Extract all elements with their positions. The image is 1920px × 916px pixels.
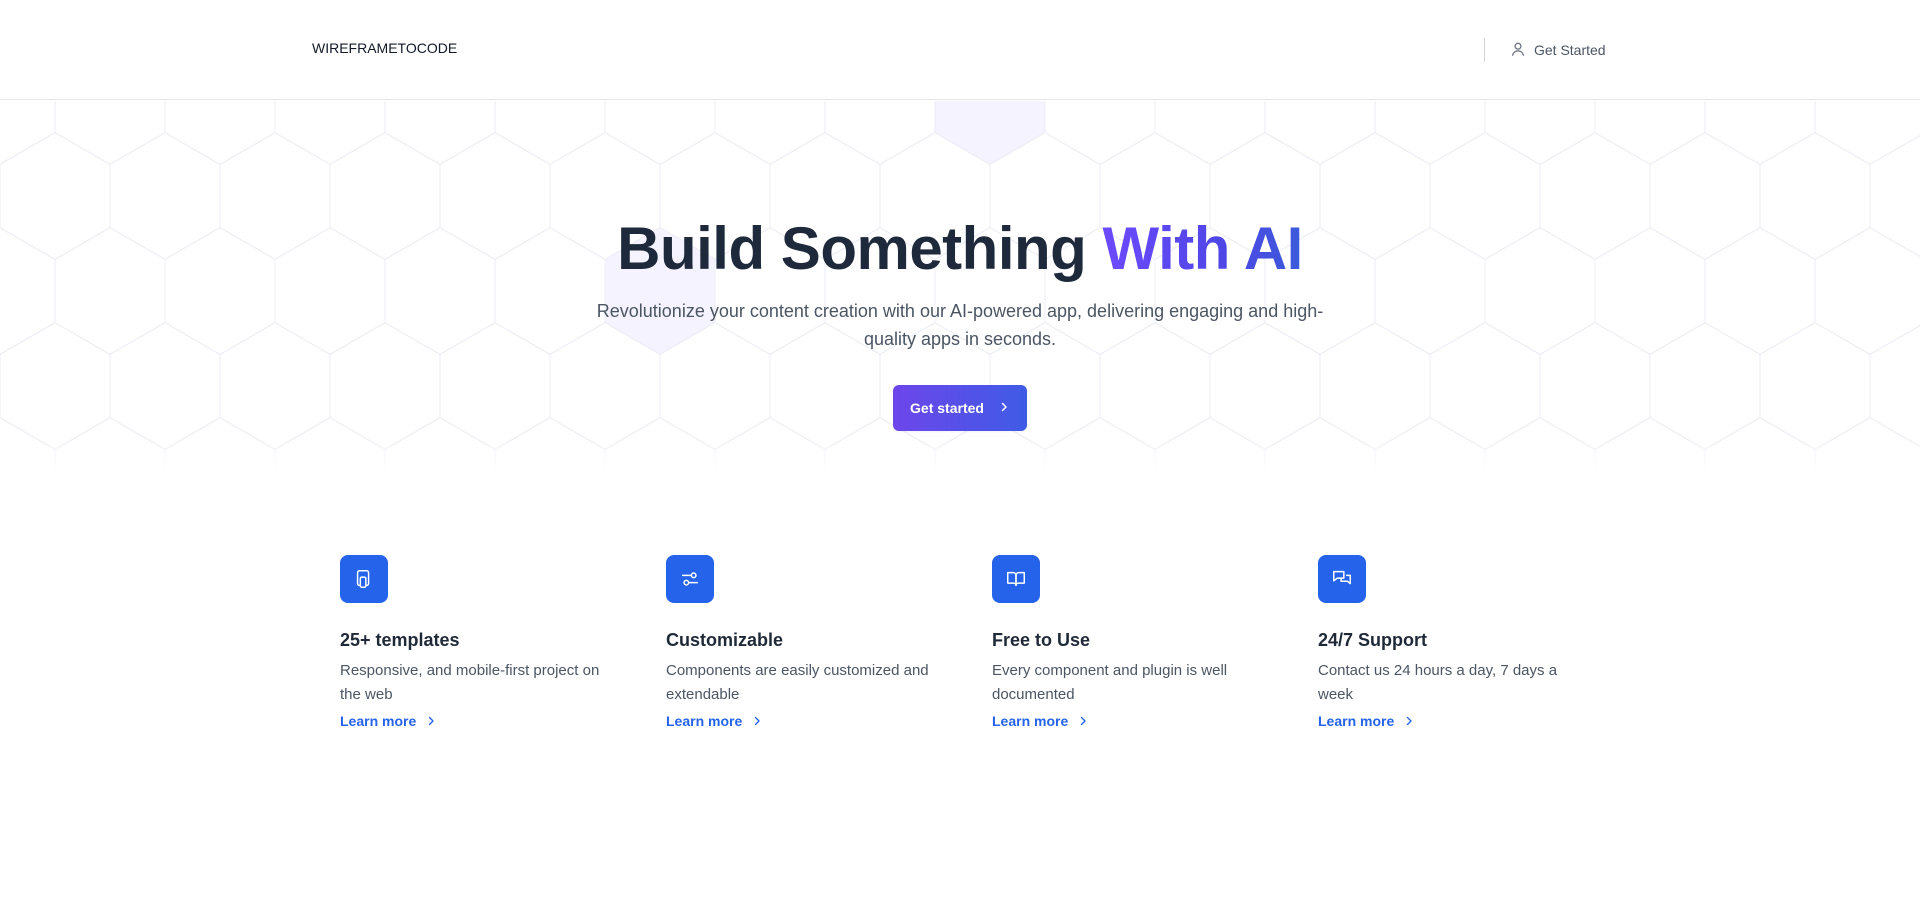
hexagon-cell xyxy=(1869,324,1920,448)
hexagon-cell xyxy=(1264,101,1376,166)
hexagon-cell xyxy=(329,321,441,451)
hexagon-cell xyxy=(164,101,276,166)
hexagon-cell xyxy=(604,101,716,166)
hexagon-cell xyxy=(1759,321,1871,451)
get-started-nav-link[interactable]: Get Started xyxy=(1510,38,1606,62)
hero-title-accent: With AI xyxy=(1102,215,1303,282)
hexagon-cell xyxy=(1154,101,1266,166)
hexagon-cell xyxy=(54,101,166,166)
get-started-button[interactable]: Get started xyxy=(893,385,1027,431)
hero-section: Build Something With AI Revolutionize yo… xyxy=(0,101,1920,471)
chevron-right-icon xyxy=(426,713,436,729)
learn-more-label: Learn more xyxy=(666,713,743,729)
feature-title: Customizable xyxy=(666,630,784,650)
hexagon-cell xyxy=(1594,101,1706,166)
hexagon-cell xyxy=(0,101,56,166)
feature-card-free: Free to Use Every component and plugin i… xyxy=(992,555,1262,731)
nav-divider xyxy=(1484,38,1485,62)
get-started-nav-label: Get Started xyxy=(1534,42,1606,58)
hexagon-cell xyxy=(934,101,1046,166)
site-header: WIREFRAMETOCODE Get Started xyxy=(0,0,1920,100)
hero-title: Build Something With AI xyxy=(0,213,1920,285)
hexagon-cell xyxy=(1704,101,1816,166)
hexagon-cell xyxy=(274,101,386,166)
sliders-icon xyxy=(666,555,714,603)
features-section: 25+ templates Responsive, and mobile-fir… xyxy=(0,470,1920,916)
learn-more-link[interactable]: Learn more xyxy=(666,713,762,729)
learn-more-label: Learn more xyxy=(340,713,417,729)
hexagon-cell xyxy=(1539,321,1651,451)
learn-more-label: Learn more xyxy=(992,713,1069,729)
hexagon-cell xyxy=(1649,321,1761,451)
feature-title: 25+ templates xyxy=(340,630,460,650)
hexagon-cell xyxy=(109,321,221,451)
chevron-right-icon xyxy=(1404,713,1414,729)
feature-title: Free to Use xyxy=(992,630,1091,650)
hero-bottom-fade xyxy=(0,441,1920,471)
hexagon-cell xyxy=(0,321,111,451)
hero-title-main: Build Something xyxy=(617,215,1103,282)
feature-description: Responsive, and mobile-first project on … xyxy=(340,662,600,703)
tablet-icon xyxy=(340,555,388,603)
learn-more-link[interactable]: Learn more xyxy=(340,713,436,729)
hexagon-cell xyxy=(714,101,826,166)
feature-description: Components are easily customized and ext… xyxy=(666,662,929,703)
feature-title: 24/7 Support xyxy=(1318,630,1428,650)
hexagon-cell xyxy=(439,321,551,451)
hexagon-cell xyxy=(384,101,496,166)
hexagon-cell xyxy=(494,101,606,166)
chevron-right-icon xyxy=(1078,713,1088,729)
chevron-right-icon xyxy=(752,713,762,729)
hexagon-cell xyxy=(1044,101,1156,166)
feature-card-customizable: Customizable Components are easily custo… xyxy=(666,555,936,731)
learn-more-label: Learn more xyxy=(1318,713,1395,729)
feature-description: Contact us 24 hours a day, 7 days a week xyxy=(1318,662,1558,703)
hexagon-cell xyxy=(1429,321,1541,451)
learn-more-link[interactable]: Learn more xyxy=(1318,713,1414,729)
chat-bubbles-icon xyxy=(1318,555,1366,603)
feature-description: Every component and plugin is well docum… xyxy=(992,662,1228,703)
hexagon-cell xyxy=(1374,101,1486,166)
get-started-button-label: Get started xyxy=(910,400,984,416)
hexagon-cell xyxy=(824,101,936,166)
user-icon xyxy=(1510,41,1526,60)
hexagon-cell xyxy=(1484,101,1596,166)
hero-subtitle: Revolutionize your content creation with… xyxy=(596,301,1324,349)
feature-card-templates: 25+ templates Responsive, and mobile-fir… xyxy=(340,555,610,731)
hexagon-cell xyxy=(219,321,331,451)
brand-logo[interactable]: WIREFRAMETOCODE xyxy=(312,40,457,56)
chevron-right-icon xyxy=(998,400,1010,416)
hexagon-cell xyxy=(1814,101,1920,166)
book-open-icon xyxy=(992,555,1040,603)
learn-more-link[interactable]: Learn more xyxy=(992,713,1088,729)
feature-card-support: 24/7 Support Contact us 24 hours a day, … xyxy=(1318,555,1588,731)
